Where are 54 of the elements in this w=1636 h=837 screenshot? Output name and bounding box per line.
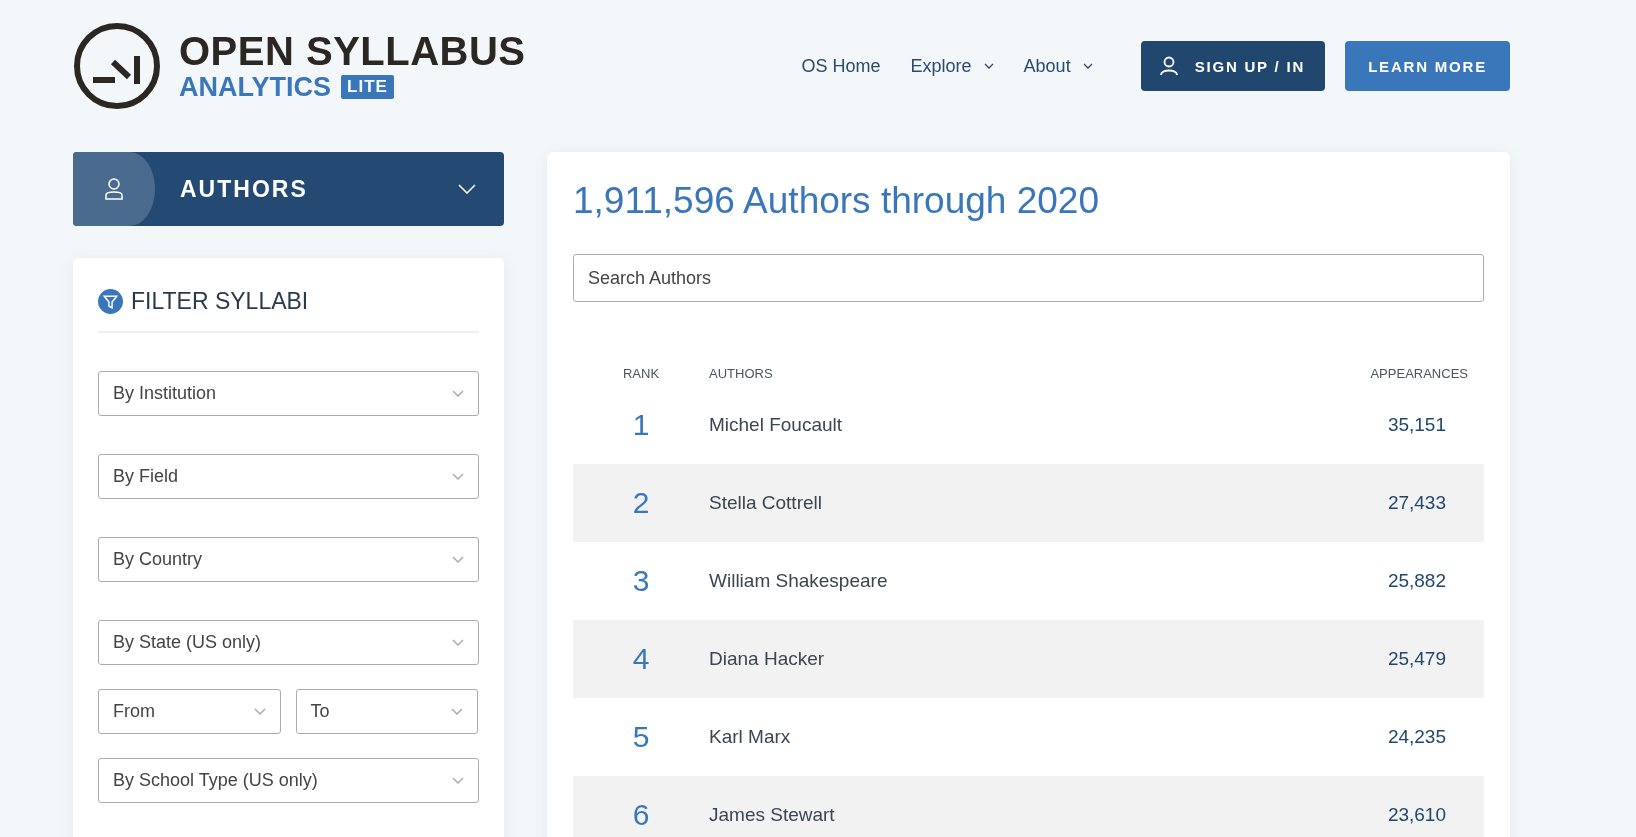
filter-icon — [98, 289, 123, 314]
user-icon — [104, 177, 124, 201]
category-dropdown[interactable]: AUTHORS — [73, 152, 504, 226]
nav-link[interactable]: About — [1023, 55, 1093, 77]
appearances-cell-text: 23,610 — [1386, 804, 1447, 826]
appearances-cell-text: 27,433 — [1386, 492, 1447, 514]
logo-icon — [73, 22, 161, 110]
author-link[interactable]: Diana Hacker — [709, 648, 1308, 670]
appearances-cell-text: 25,882 — [1386, 570, 1447, 592]
column-header: APPEARANCES — [1369, 365, 1469, 381]
chevron-down-icon — [983, 63, 994, 69]
learn-more-button[interactable]: LEARN MORE — [1345, 41, 1510, 91]
author-link[interactable]: Karl Marx — [709, 726, 1308, 748]
chevron-down-icon — [452, 390, 464, 397]
rank-cell-text: 4 — [631, 642, 651, 676]
search-field[interactable]: Search Authors — [573, 254, 1484, 302]
chevron-down-icon — [458, 184, 476, 194]
rank-cell-text: 6 — [631, 798, 651, 832]
column-header: AUTHORS — [709, 365, 774, 381]
nav-link[interactable]: Explore — [910, 55, 994, 77]
chevron-down-icon — [452, 777, 464, 784]
chevron-down-icon — [451, 708, 463, 715]
filter-dropdown[interactable]: By Country — [98, 537, 479, 582]
filter-dropdown[interactable]: By School Type (US only) — [98, 758, 479, 803]
filter-dropdown[interactable]: From — [98, 689, 281, 734]
chevron-down-icon — [1082, 63, 1093, 69]
chevron-down-icon — [452, 639, 464, 646]
filter-dropdown[interactable]: By Institution — [98, 371, 479, 416]
chevron-down-icon — [253, 708, 266, 715]
author-link[interactable]: Stella Cottrell — [709, 492, 1308, 514]
filter-dropdown[interactable]: By Field — [98, 454, 479, 499]
results-title: 1,911,596 Authors through 2020 — [573, 180, 1100, 222]
rank-cell-text: 2 — [631, 486, 651, 520]
logo-subtitle: ANALYTICS — [179, 72, 332, 102]
filter-dropdown[interactable]: To — [295, 689, 478, 734]
chevron-down-icon — [452, 556, 464, 563]
user-icon — [1158, 56, 1179, 76]
appearances-cell-text: 35,151 — [1386, 414, 1447, 436]
author-link[interactable]: Michel Foucault — [709, 414, 1308, 436]
rank-cell-text: 5 — [631, 720, 651, 754]
column-header: RANK — [621, 365, 661, 381]
lite-badge: LITE — [341, 75, 394, 99]
author-link[interactable]: James Stewart — [709, 804, 1308, 826]
filter-dropdown[interactable]: By State (US only) — [98, 620, 479, 665]
chevron-down-icon — [452, 473, 464, 480]
appearances-cell-text: 25,479 — [1386, 648, 1447, 670]
rank-cell-text: 3 — [631, 564, 651, 598]
nav-link[interactable]: OS Home — [801, 55, 881, 77]
sign-in-button[interactable]: SIGN UP / IN — [1140, 41, 1326, 91]
rank-cell-text: 1 — [631, 408, 651, 442]
filter-title: FILTER SYLLABI — [131, 288, 309, 315]
author-link[interactable]: William Shakespeare — [709, 570, 1308, 592]
logo-title: OPEN SYLLABUS — [179, 30, 526, 72]
appearances-cell-text: 24,235 — [1386, 726, 1447, 748]
